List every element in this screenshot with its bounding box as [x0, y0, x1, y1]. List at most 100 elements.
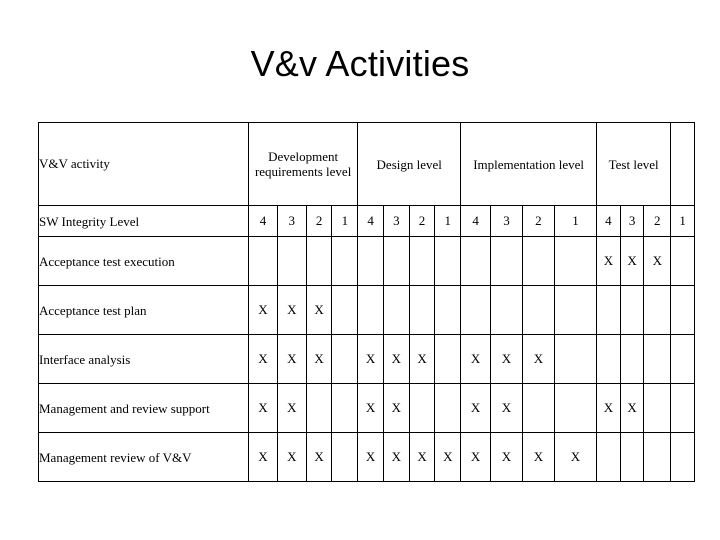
mark-cell	[670, 236, 695, 286]
mark-cell: X	[434, 432, 462, 482]
group-header-development: Development requirements level	[248, 122, 359, 206]
mark-cell	[305, 236, 333, 286]
mark-cell: X	[248, 383, 278, 433]
level-cell: 4	[596, 205, 621, 237]
mark-cell: X	[305, 334, 333, 384]
mark-cell	[596, 432, 621, 482]
level-cell: 1	[670, 205, 695, 237]
mark-cell	[331, 236, 359, 286]
mark-cell: X	[596, 236, 621, 286]
mark-cell: X	[382, 432, 410, 482]
mark-cell: X	[490, 432, 523, 482]
mark-cell	[382, 236, 410, 286]
mark-cell: X	[276, 334, 307, 384]
group-header-design: Design level	[357, 122, 462, 206]
mark-cell	[643, 285, 672, 335]
mark-cell	[408, 236, 436, 286]
sw-integrity-level-row: SW Integrity Level 4 3 2 1 4 3 2 1 4 3 2…	[37, 205, 695, 237]
group-header-implementation: Implementation level	[460, 122, 598, 206]
row-label: Management review of V&V	[37, 432, 250, 482]
mark-cell: X	[276, 432, 307, 482]
row-label: Acceptance test execution	[37, 236, 250, 286]
mark-cell	[643, 334, 672, 384]
mark-cell	[248, 236, 278, 286]
mark-cell	[408, 285, 436, 335]
mark-cell: X	[490, 383, 523, 433]
mark-cell: X	[521, 334, 555, 384]
mark-cell	[276, 236, 307, 286]
mark-cell: X	[382, 383, 410, 433]
level-cell: 1	[553, 205, 598, 237]
mark-cell: X	[248, 285, 278, 335]
slide: V&v Activities V&V activity Development …	[0, 0, 720, 540]
table-row: Interface analysis X X X X X X X X X	[37, 334, 695, 384]
mark-cell	[643, 432, 672, 482]
mark-cell	[357, 285, 384, 335]
mark-cell	[490, 236, 523, 286]
mark-cell: X	[521, 432, 555, 482]
group-header-test: Test level	[596, 122, 672, 206]
vv-activities-table-container: V&V activity Development requirements le…	[37, 122, 695, 482]
table-row: Acceptance test execution X X X	[37, 236, 695, 286]
table-row: Management and review support X X X X X …	[37, 383, 695, 433]
activity-column-header: V&V activity	[37, 122, 250, 206]
mark-cell: X	[408, 334, 436, 384]
mark-cell	[331, 334, 359, 384]
mark-cell: X	[619, 236, 645, 286]
mark-cell: X	[382, 334, 410, 384]
mark-cell	[521, 236, 555, 286]
mark-cell	[670, 383, 695, 433]
table-row: Acceptance test plan X X X	[37, 285, 695, 335]
page-title: V&v Activities	[250, 43, 470, 84]
mark-cell	[596, 334, 621, 384]
level-cell: 1	[434, 205, 462, 237]
mark-cell: X	[276, 285, 307, 335]
vv-activities-table: V&V activity Development requirements le…	[37, 122, 695, 482]
mark-cell	[434, 334, 462, 384]
mark-cell: X	[619, 383, 645, 433]
mark-cell	[331, 383, 359, 433]
mark-cell	[670, 432, 695, 482]
mark-cell	[670, 334, 695, 384]
row-label-sw-integrity-level: SW Integrity Level	[37, 205, 250, 237]
level-cell: 3	[619, 205, 645, 237]
mark-cell: X	[490, 334, 523, 384]
mark-cell	[434, 285, 462, 335]
mark-cell	[490, 285, 523, 335]
level-cell: 2	[408, 205, 436, 237]
row-label: Acceptance test plan	[37, 285, 250, 335]
mark-cell: X	[643, 236, 672, 286]
mark-cell	[434, 236, 462, 286]
mark-cell	[460, 236, 492, 286]
mark-cell: X	[276, 383, 307, 433]
level-cell: 3	[490, 205, 523, 237]
mark-cell: X	[460, 334, 492, 384]
mark-cell	[331, 285, 359, 335]
mark-cell	[670, 285, 695, 335]
mark-cell	[596, 285, 621, 335]
mark-cell: X	[596, 383, 621, 433]
level-cell: 2	[305, 205, 333, 237]
mark-cell	[331, 432, 359, 482]
mark-cell	[521, 285, 555, 335]
level-cell: 4	[357, 205, 384, 237]
table-head: V&V activity Development requirements le…	[37, 122, 695, 206]
mark-cell	[408, 383, 436, 433]
table-body: SW Integrity Level 4 3 2 1 4 3 2 1 4 3 2…	[37, 205, 695, 482]
mark-cell	[553, 383, 598, 433]
level-cell: 3	[382, 205, 410, 237]
mark-cell: X	[460, 383, 492, 433]
level-cell: 4	[460, 205, 492, 237]
mark-cell	[357, 236, 384, 286]
row-label: Management and review support	[37, 383, 250, 433]
mark-cell	[521, 383, 555, 433]
mark-cell: X	[553, 432, 598, 482]
level-cell: 1	[331, 205, 359, 237]
row-label: Interface analysis	[37, 334, 250, 384]
mark-cell: X	[357, 383, 384, 433]
mark-cell: X	[408, 432, 436, 482]
mark-cell	[553, 334, 598, 384]
mark-cell: X	[460, 432, 492, 482]
mark-cell: X	[357, 334, 384, 384]
mark-cell	[619, 334, 645, 384]
